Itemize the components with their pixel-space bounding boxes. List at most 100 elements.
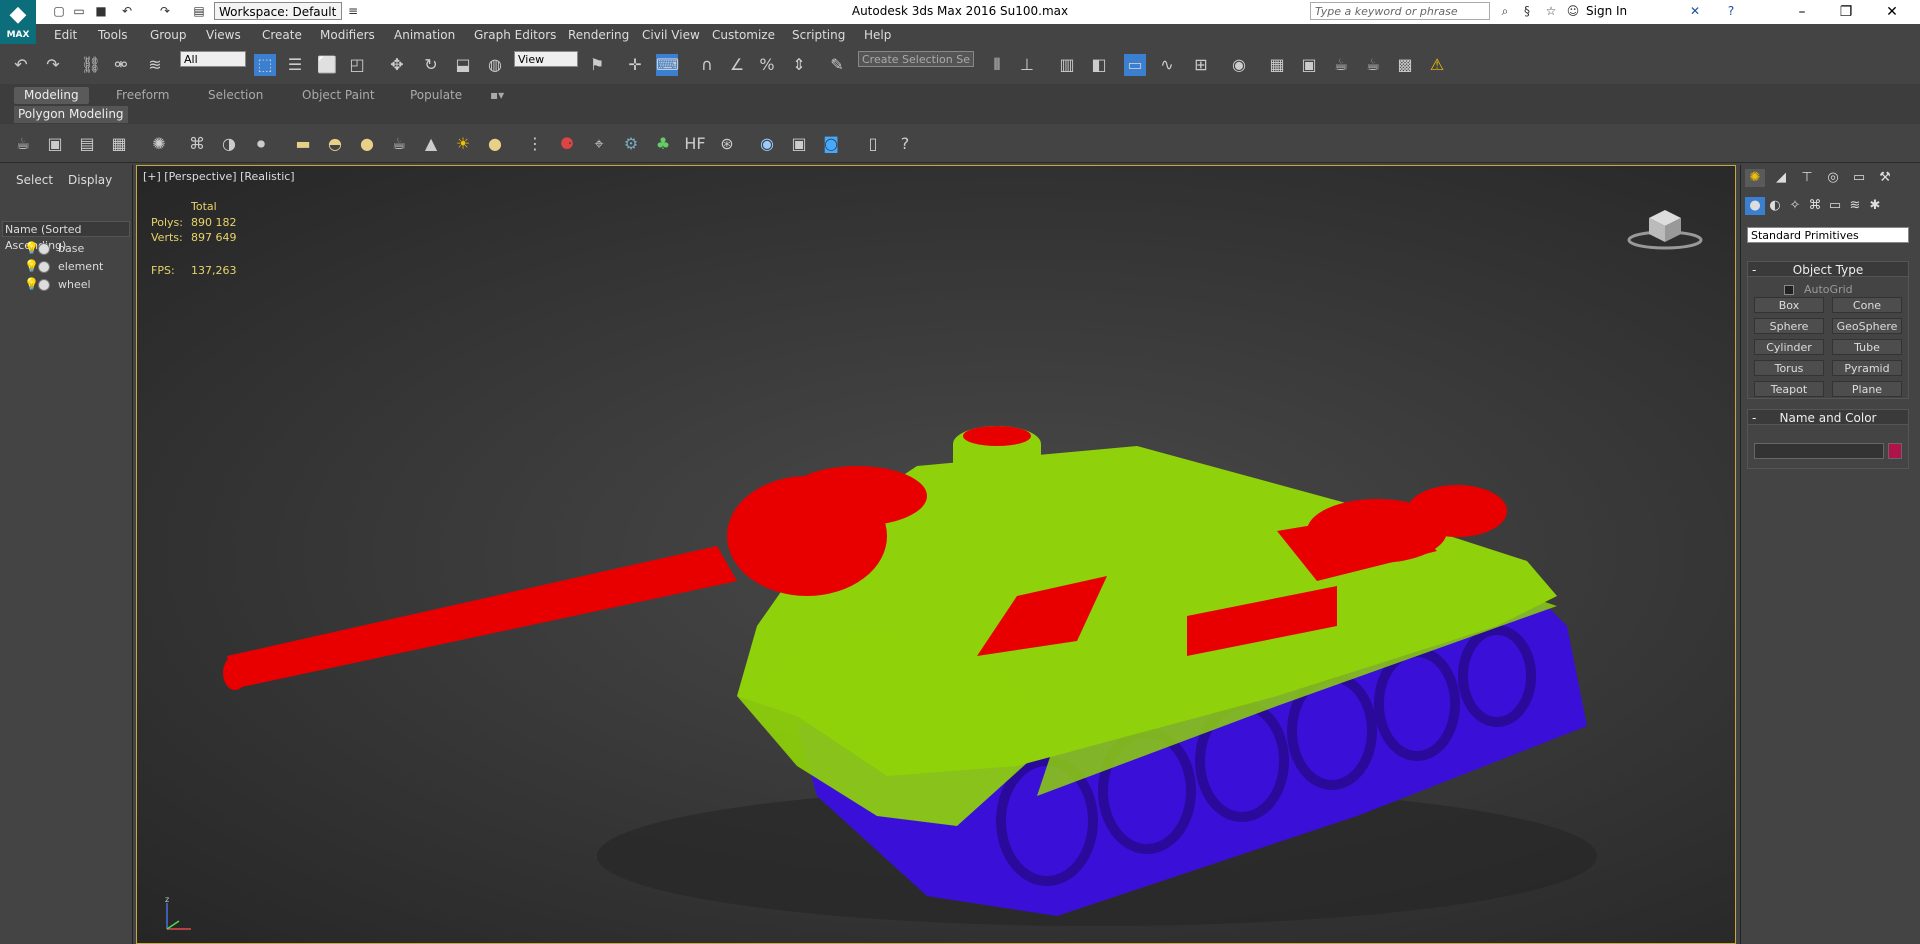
name-color-rollout-header[interactable]: - Name and Color [1747,409,1909,425]
keyboard-shortcut-override-icon[interactable]: ⌨ [656,54,679,76]
viewport-label[interactable]: [+] [Perspective] [Realistic] [143,170,295,183]
named-selection-set-dropdown[interactable]: Create Selection Se [858,51,974,67]
visibility-icon[interactable] [38,279,50,291]
ribbon-options-icon[interactable]: ▪▾ [480,87,514,104]
ribbon-tab-modeling[interactable]: Modeling [14,87,89,104]
undo-icon[interactable]: ↶ [10,54,32,76]
viewcube-icon[interactable] [1625,202,1705,250]
menu-customize[interactable]: Customize [712,28,775,42]
perspective-viewport[interactable]: [+] [Perspective] [Realistic] Total Poly… [136,165,1736,944]
maximize-button[interactable]: ❐ [1826,2,1866,22]
utilities-tab-icon[interactable]: ⚒ [1875,169,1895,187]
geometry-icon[interactable]: ● [1745,197,1765,215]
environment-icon[interactable]: ▣ [788,133,810,155]
star-icon[interactable]: ☆ [1544,4,1558,18]
toggle-ribbon-icon[interactable]: ▭ [1124,54,1146,76]
ribbon-tab-object-paint[interactable]: Object Paint [292,87,385,104]
grid-icon[interactable]: ⋮ [524,133,546,155]
lights-icon[interactable]: ✧ [1785,197,1805,215]
search-input[interactable]: Type a keyword or phrase [1310,2,1490,20]
rotate-icon[interactable]: ↻ [420,54,442,76]
cloth-icon[interactable]: ⊛ [716,133,738,155]
project-folder-icon[interactable]: ▤ [192,4,206,18]
render-activeshade-icon[interactable]: ▩ [1394,54,1416,76]
sun-icon[interactable]: ☀ [452,133,474,155]
edit-named-selection-icon[interactable]: ✎ [826,54,848,76]
gear-icon[interactable]: ⚙ [620,133,642,155]
list-item[interactable]: 💡 wheel [20,276,130,293]
plane-button[interactable]: Plane [1832,381,1902,397]
tank-model[interactable] [197,296,1717,944]
binoculars-icon[interactable]: ⌕ [1498,4,1512,18]
cylinder-button[interactable]: Cylinder [1754,339,1824,355]
collapse-icon[interactable]: - [1752,262,1756,278]
object-color-swatch[interactable] [1888,443,1902,459]
box-button[interactable]: Box [1754,297,1824,313]
app-logo[interactable]: ◆ MAX [0,0,36,44]
ribbon-tab-selection[interactable]: Selection [198,87,273,104]
autogrid-checkbox[interactable]: AutoGrid [1784,283,1853,296]
select-object-icon[interactable]: ⬚ [254,54,276,76]
pivot-center-icon[interactable]: ⚑ [586,54,608,76]
ribbon-tab-populate[interactable]: Populate [400,87,472,104]
spinner-snap-icon[interactable]: ⇕ [788,54,810,76]
layout-icon[interactable]: ▯ [862,133,884,155]
cone-button[interactable]: Cone [1832,297,1902,313]
object-name-input[interactable] [1754,443,1884,459]
menu-group[interactable]: Group [150,28,187,42]
menu-edit[interactable]: Edit [54,28,77,42]
angle-snap-icon[interactable]: ∠ [726,54,748,76]
render-production-icon[interactable]: ☕ [1330,54,1352,76]
new-file-icon[interactable]: ▢ [52,4,66,18]
teapot-shape-icon[interactable]: ☕ [388,133,410,155]
save-file-icon[interactable]: ■ [94,4,108,18]
display-tab-icon[interactable]: ▭ [1849,169,1869,187]
sign-in-link[interactable]: Sign In [1586,4,1627,18]
collapse-icon[interactable]: - [1752,410,1756,426]
ribbon-tab-freeform[interactable]: Freeform [106,87,179,104]
render-iterative-icon[interactable]: ☕ [1362,54,1384,76]
selection-filter-dropdown[interactable]: All [180,51,246,67]
plane-shape-icon[interactable]: ▬ [292,133,314,155]
cameras-icon[interactable]: ⌘ [1805,197,1825,215]
list-item[interactable]: 💡 element [20,258,130,275]
rendered-frame-window-icon[interactable]: ▣ [1298,54,1320,76]
cone-icon[interactable]: ▲ [420,133,442,155]
modify-tab-icon[interactable]: ◢ [1771,169,1791,187]
menu-graph-editors[interactable]: Graph Editors [474,28,556,42]
disc-icon[interactable]: ● [484,133,506,155]
menu-modifiers[interactable]: Modifiers [320,28,375,42]
render-icon[interactable]: ▣ [44,133,66,155]
render-region-icon[interactable]: ◙ [820,133,842,155]
help-circle-icon[interactable]: ? [894,133,916,155]
redo-icon[interactable]: ↷ [158,4,172,18]
video-camera-icon[interactable]: ⏺ [250,133,272,155]
tab-display[interactable]: Display [68,173,112,187]
redo-icon[interactable]: ↷ [42,54,64,76]
shapes-icon[interactable]: ◐ [1765,197,1785,215]
reference-coordinate-dropdown[interactable]: View [514,51,578,67]
create-tab-icon[interactable]: ✺ [1745,169,1765,187]
sheet-icon[interactable]: ▤ [76,133,98,155]
menu-views[interactable]: Views [206,28,241,42]
customize-qa-icon[interactable]: ≡ [346,4,360,18]
checkbox-icon[interactable] [1784,285,1794,295]
open-file-icon[interactable]: ▭ [72,4,86,18]
visibility-icon[interactable] [38,261,50,273]
visibility-icon[interactable] [38,243,50,255]
rectangle-region-icon[interactable]: ⬜ [316,54,338,76]
curve-editor-icon[interactable]: ∿ [1156,54,1178,76]
tube-button[interactable]: Tube [1832,339,1902,355]
move-icon[interactable]: ✥ [386,54,408,76]
camera-icon[interactable]: ⌘ [186,133,208,155]
sphere-icon[interactable]: ● [356,133,378,155]
menu-civil-view[interactable]: Civil View [642,28,700,42]
warning-icon[interactable]: ⚠ [1426,54,1448,76]
torus-button[interactable]: Torus [1754,360,1824,376]
menu-help[interactable]: Help [864,28,891,42]
light-bulb-icon[interactable]: 💡 [24,277,39,291]
lights-icon[interactable]: ✺ [148,133,170,155]
primitive-type-dropdown[interactable]: Standard Primitives [1747,227,1909,243]
snaps-toggle-icon[interactable]: ∩ [696,54,718,76]
list-item[interactable]: 💡 base [20,240,130,257]
